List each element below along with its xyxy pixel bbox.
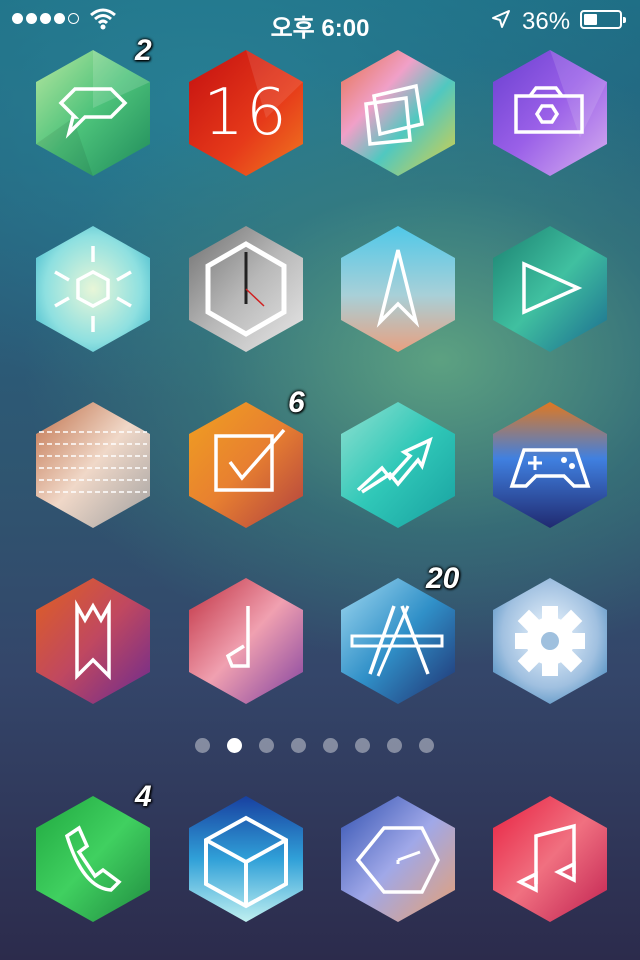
dock-music[interactable] [490,794,610,924]
page-dot[interactable] [355,738,370,753]
notification-badge: 2 [135,34,152,67]
notification-badge: 20 [426,562,460,595]
app-photos[interactable] [338,48,458,178]
videos-play-icon [522,261,583,315]
app-notes[interactable] [33,400,153,530]
cube-icon [204,815,288,909]
app-itunes[interactable] [186,576,306,706]
location-arrow-icon [492,10,510,28]
page-dot[interactable] [195,738,210,753]
app-weather[interactable] [33,224,153,354]
page-dot[interactable] [259,738,274,753]
settings-gear-icon [515,606,585,676]
app-videos[interactable] [490,224,610,354]
stocks-icon [356,436,433,494]
app-ibooks[interactable] [33,576,153,706]
safari-icon [355,826,440,894]
app-reminders[interactable]: 6 [186,386,306,530]
app-stocks[interactable] [338,400,458,530]
app-camera[interactable] [490,48,610,178]
page-indicator[interactable] [195,738,434,753]
music-icon [516,823,576,893]
app-maps[interactable] [338,224,458,354]
bookmark-icon [75,599,111,681]
app-app-store[interactable]: 20 [338,562,459,706]
page-dot[interactable] [387,738,402,753]
dock-cube[interactable] [186,794,306,924]
weather-sun-icon [54,246,132,332]
notes-icon [39,431,147,493]
music-note-icon [225,606,250,668]
page-dot-active[interactable] [227,738,242,753]
app-clock[interactable] [186,224,306,354]
game-controller-icon [509,448,591,488]
notification-badge: 6 [288,386,305,419]
page-dot[interactable] [419,738,434,753]
battery-percentage: 36% [522,8,571,35]
battery-icon [580,10,626,29]
app-calendar[interactable]: 16 [186,48,306,178]
dock-phone[interactable]: 4 [33,780,153,924]
page-dot[interactable] [291,738,306,753]
maps-arrow-icon [376,249,420,328]
app-messages[interactable]: 2 [33,34,153,178]
calendar-day: 16 [203,76,289,150]
app-settings[interactable] [490,576,610,706]
status-bar: 오후 6:00 36% [0,0,640,42]
clock-icon [205,241,287,337]
app-game-center[interactable] [490,400,610,530]
photos-icon [364,83,424,146]
dock-safari[interactable] [338,794,458,924]
page-dot[interactable] [323,738,338,753]
camera-icon [514,86,584,134]
notification-badge: 4 [135,780,152,813]
